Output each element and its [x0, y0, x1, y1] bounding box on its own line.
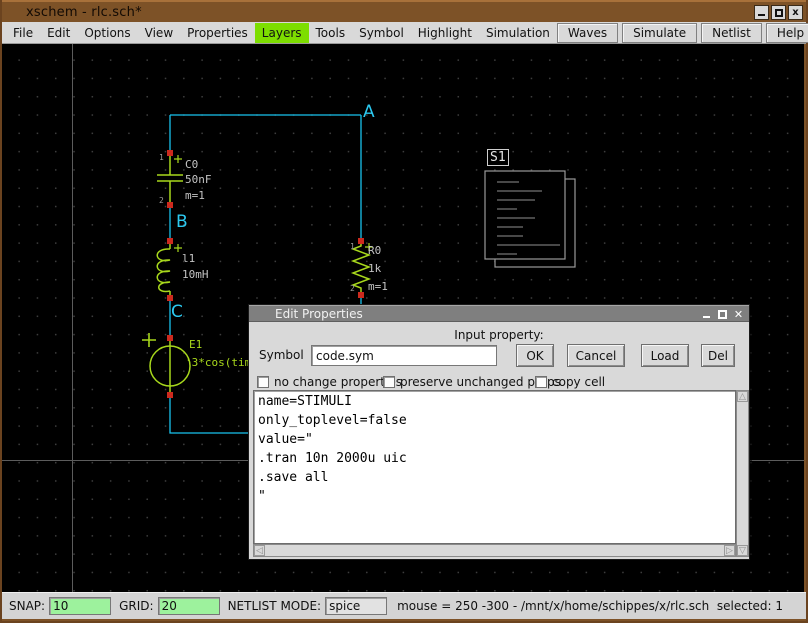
menu-layers[interactable]: Layers [255, 23, 309, 43]
dialog-close-icon: ✕ [734, 308, 743, 321]
simulate-button[interactable]: Simulate [622, 23, 697, 43]
grid-label: GRID: [119, 599, 153, 613]
menu-tools[interactable]: Tools [309, 23, 353, 43]
waves-button[interactable]: Waves [557, 23, 618, 43]
source-plus-mark [142, 333, 156, 347]
capacitor-pin1-number: 1 [159, 153, 164, 162]
menu-highlight[interactable]: Highlight [411, 23, 479, 43]
net-label-c[interactable]: C [171, 302, 183, 322]
dialog-close-button[interactable]: ✕ [732, 308, 745, 321]
cancel-button[interactable]: Cancel [567, 344, 625, 367]
inductor-plus-mark [174, 244, 182, 252]
capacitor-name[interactable]: C0 [185, 158, 198, 171]
dialog-minimize-button[interactable] [700, 308, 713, 321]
copy-cell-label: copy cell [552, 375, 605, 389]
resistor-name[interactable]: R0 [368, 244, 381, 257]
menu-options[interactable]: Options [77, 23, 137, 43]
scroll-left-arrow-icon[interactable]: ◁ [254, 545, 265, 556]
schematic-canvas[interactable]: A B C C0 50nF m=1 1 2 l1 10mH E1 '3*cos(… [2, 44, 804, 592]
menu-edit[interactable]: Edit [40, 23, 77, 43]
property-text: name=STIMULI only_toplevel=false value="… [254, 391, 735, 507]
property-text-area[interactable]: name=STIMULI only_toplevel=false value="… [253, 390, 736, 544]
capacitor-value[interactable]: 50nF [185, 173, 212, 186]
titlebar: xschem - rlc.sch* x [2, 0, 806, 22]
preserve-unchanged-props-checkbox[interactable] [383, 376, 395, 388]
edit-properties-dialog: Edit Properties ✕ Input property: Symbol… [248, 304, 750, 560]
dialog-subtitle: Input property: [249, 322, 749, 344]
window-controls: x [754, 5, 803, 20]
mouse-status-text: mouse = 250 -300 - /mnt/x/home/schippes/… [397, 599, 783, 613]
capacitor-mult[interactable]: m=1 [185, 189, 205, 202]
load-button[interactable]: Load [641, 344, 689, 367]
minimize-button[interactable] [754, 5, 769, 20]
grid-input[interactable] [158, 597, 220, 615]
del-button[interactable]: Del [701, 344, 735, 367]
horizontal-scrollbar[interactable]: ◁ ▷ [253, 544, 736, 557]
inductor-name[interactable]: l1 [182, 252, 195, 265]
code-block-label[interactable]: S1 [487, 149, 509, 166]
dialog-window-controls: ✕ [700, 308, 745, 321]
maximize-icon [775, 9, 783, 17]
window-title: xschem - rlc.sch* [2, 5, 142, 20]
source-symbol[interactable] [142, 333, 190, 395]
inductor-value[interactable]: 10mH [182, 268, 209, 281]
netlist-button[interactable]: Netlist [701, 23, 762, 43]
net-label-a[interactable]: A [363, 102, 375, 122]
resistor-value[interactable]: 1k [368, 262, 381, 275]
dialog-maximize-button[interactable] [716, 308, 729, 321]
snap-input[interactable] [49, 597, 111, 615]
xschem-window: xschem - rlc.sch* x File Edit Options Vi… [0, 0, 808, 623]
minimize-icon [758, 9, 765, 16]
resistor-mult[interactable]: m=1 [368, 280, 388, 293]
symbol-label: Symbol [259, 348, 304, 362]
resistor-pin2-number: 2 [350, 284, 355, 293]
code-block-symbol[interactable] [485, 171, 575, 267]
help-button[interactable]: Help [766, 23, 808, 43]
scroll-right-arrow-icon[interactable]: ▷ [724, 545, 735, 556]
scroll-up-arrow-icon[interactable]: △ [737, 391, 748, 402]
netlist-mode-input[interactable] [325, 597, 387, 615]
close-button[interactable]: x [788, 5, 803, 20]
maximize-button[interactable] [771, 5, 786, 20]
dialog-title: Edit Properties [249, 307, 363, 321]
copy-cell-checkbox[interactable] [535, 376, 547, 388]
menu-file[interactable]: File [6, 23, 40, 43]
netlist-mode-label: NETLIST MODE: [228, 599, 322, 613]
source-name[interactable]: E1 [189, 338, 202, 351]
capacitor-pin2-number: 2 [159, 196, 164, 205]
menu-simulation[interactable]: Simulation [479, 23, 557, 43]
menubar: File Edit Options View Properties Layers… [2, 22, 806, 44]
ok-button[interactable]: OK [516, 344, 554, 367]
statusbar: SNAP: GRID: NETLIST MODE: mouse = 250 -3… [2, 592, 806, 619]
dialog-titlebar[interactable]: Edit Properties ✕ [249, 305, 749, 322]
dialog-maximize-icon [718, 310, 727, 319]
inductor-symbol[interactable] [157, 241, 182, 298]
close-icon: x [792, 8, 798, 18]
menu-symbol[interactable]: Symbol [352, 23, 411, 43]
net-label-b[interactable]: B [176, 212, 188, 232]
menu-view[interactable]: View [138, 23, 180, 43]
scroll-down-arrow-icon[interactable]: ▽ [737, 545, 748, 556]
symbol-input[interactable] [311, 345, 497, 366]
capacitor-plus-mark [174, 155, 182, 163]
no-change-properties-checkbox[interactable] [257, 376, 269, 388]
dialog-minimize-icon [703, 311, 710, 318]
menu-properties[interactable]: Properties [180, 23, 255, 43]
vertical-scrollbar[interactable]: △ ▽ [736, 390, 749, 557]
resistor-pin1-number: 1 [350, 242, 355, 251]
dialog-symbol-row: Symbol OK Cancel Load Del [249, 344, 749, 370]
snap-label: SNAP: [9, 599, 45, 613]
